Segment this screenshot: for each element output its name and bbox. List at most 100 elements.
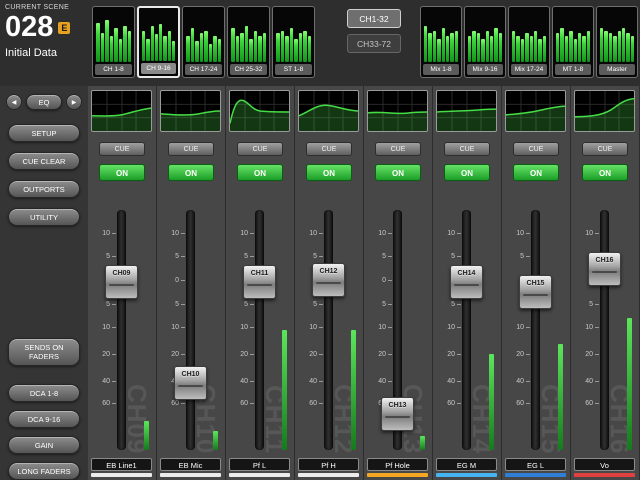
outports-button[interactable]: OUTPORTS <box>8 180 80 198</box>
eq-curve-fill <box>437 109 496 131</box>
meter-bar <box>600 28 603 62</box>
meter-block[interactable]: CH 17-24 <box>182 6 225 78</box>
fader-cap[interactable]: CH10 <box>174 366 207 400</box>
fader-track[interactable] <box>600 210 609 450</box>
meter-bar <box>123 26 127 62</box>
fader-track[interactable] <box>531 210 540 450</box>
channel-name[interactable]: EG M <box>436 458 497 471</box>
meter-bar <box>512 31 515 62</box>
channel-name[interactable]: EB Line1 <box>91 458 152 471</box>
meter-bar <box>146 39 149 62</box>
eq-graph[interactable] <box>298 90 359 132</box>
fader-cap[interactable]: CH12 <box>312 263 345 297</box>
fader-track[interactable] <box>117 210 126 450</box>
eq-button[interactable]: EQ <box>26 94 62 110</box>
meter-block[interactable]: MT 1-8 <box>552 6 594 78</box>
eq-graph[interactable] <box>91 90 152 132</box>
channel-name[interactable]: EB Mic <box>160 458 221 471</box>
meter-block[interactable]: Master <box>596 6 638 78</box>
channel-color-bar <box>436 473 497 477</box>
fader-cap[interactable]: CH13 <box>381 397 414 431</box>
eq-graph[interactable] <box>367 90 428 132</box>
fader-track[interactable] <box>255 210 264 450</box>
cue-button[interactable]: CUE <box>99 142 145 156</box>
fader-scale-label: 20 <box>94 351 110 359</box>
cue-button[interactable]: CUE <box>237 142 283 156</box>
fader-scale-label: 40 <box>94 378 110 386</box>
fader-cap[interactable]: CH16 <box>588 252 621 286</box>
channel-name[interactable]: Vo <box>574 458 635 471</box>
fader-cap[interactable]: CH14 <box>450 265 483 299</box>
channel-name[interactable]: EG L <box>505 458 566 471</box>
meter-bar <box>569 31 572 62</box>
meter-block[interactable]: CH 9-16 <box>137 6 180 78</box>
meter-bar <box>200 33 204 62</box>
bank-button-ch33-72[interactable]: CH33-72 <box>347 34 401 53</box>
current-scene-label: CURRENT SCENE <box>5 4 89 11</box>
cue-button[interactable]: CUE <box>306 142 352 156</box>
on-button[interactable]: ON <box>582 164 628 181</box>
fader-area: 1050510204060 CH16 <box>571 202 640 454</box>
meter-bar <box>209 44 213 62</box>
meter-bar <box>578 33 581 62</box>
dca-9-16-button[interactable]: DCA 9-16 <box>8 410 80 428</box>
meter-block[interactable]: CH 1-8 <box>92 6 135 78</box>
cue-clear-button[interactable]: CUE CLEAR <box>8 152 80 170</box>
meter-bar <box>299 33 303 62</box>
fader-cap[interactable]: CH15 <box>519 275 552 309</box>
channel-name[interactable]: Pf L <box>229 458 290 471</box>
eq-graph[interactable] <box>436 90 497 132</box>
meter-bar <box>521 39 524 62</box>
fader-scale-label: 20 <box>508 351 524 359</box>
fader-cap[interactable]: CH09 <box>105 265 138 299</box>
fader-scale-label: 60 <box>439 400 455 408</box>
on-button[interactable]: ON <box>237 164 283 181</box>
meter-block[interactable]: Mix 1-8 <box>420 6 462 78</box>
cue-button[interactable]: CUE <box>444 142 490 156</box>
meter-bars <box>185 9 222 62</box>
eq-prev-arrow-icon[interactable]: ◀ <box>6 94 22 110</box>
meter-block[interactable]: CH 25-32 <box>227 6 270 78</box>
meter-block[interactable]: ST 1-8 <box>272 6 315 78</box>
fader-scale-label: 20 <box>370 351 386 359</box>
fader-scale-label: 20 <box>232 351 248 359</box>
sends-on-faders-button[interactable]: SENDS ON FADERS <box>8 338 80 366</box>
eq-plot <box>299 91 358 131</box>
fader-track[interactable] <box>462 210 471 450</box>
on-button[interactable]: ON <box>513 164 559 181</box>
fader-track[interactable] <box>324 210 333 450</box>
meter-block[interactable]: Mix 9-16 <box>464 6 506 78</box>
fader-track[interactable] <box>186 210 195 450</box>
gain-button[interactable]: GAIN <box>8 436 80 454</box>
channel-name[interactable]: Pf H <box>298 458 359 471</box>
cue-button[interactable]: CUE <box>513 142 559 156</box>
scene-panel[interactable]: CURRENT SCENE 028 E Initial Data <box>5 4 89 59</box>
bank-button-ch1-32[interactable]: CH1-32 <box>347 9 401 28</box>
fader-cap[interactable]: CH11 <box>243 265 276 299</box>
meter-bar <box>481 39 484 62</box>
on-button[interactable]: ON <box>99 164 145 181</box>
channel-name[interactable]: Pf Hole <box>367 458 428 471</box>
eq-graph[interactable] <box>160 90 221 132</box>
fader-scale-label: 10 <box>94 324 110 332</box>
eq-graph[interactable] <box>574 90 635 132</box>
meter-bar <box>525 33 528 62</box>
on-button[interactable]: ON <box>306 164 352 181</box>
eq-graph[interactable] <box>229 90 290 132</box>
eq-graph[interactable] <box>505 90 566 132</box>
on-button[interactable]: ON <box>444 164 490 181</box>
long-faders-button[interactable]: LONG FADERS <box>8 462 80 480</box>
cue-button[interactable]: CUE <box>168 142 214 156</box>
setup-button[interactable]: SETUP <box>8 124 80 142</box>
fader-cap-label: CH13 <box>382 402 413 409</box>
dca-1-8-button[interactable]: DCA 1-8 <box>8 384 80 402</box>
cue-button[interactable]: CUE <box>582 142 628 156</box>
cue-button[interactable]: CUE <box>375 142 421 156</box>
utility-button[interactable]: UTILITY <box>8 208 80 226</box>
meter-block[interactable]: Mix 17-24 <box>508 6 550 78</box>
meter-bar <box>308 36 312 62</box>
eq-next-arrow-icon[interactable]: ▶ <box>66 94 82 110</box>
on-button[interactable]: ON <box>168 164 214 181</box>
on-button[interactable]: ON <box>375 164 421 181</box>
fader-scale-label: 40 <box>577 378 593 386</box>
